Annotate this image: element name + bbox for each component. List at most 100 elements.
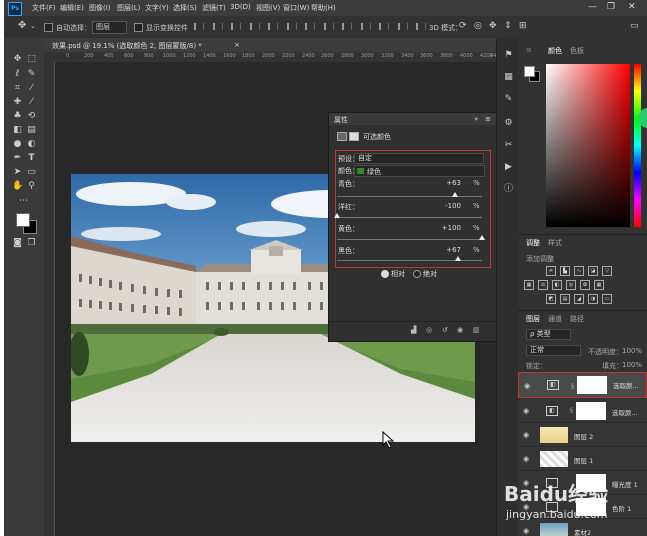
quick-mask-icon[interactable]: ◙ (12, 238, 23, 249)
align-icon[interactable] (268, 23, 278, 30)
eraser-tool-icon[interactable]: ◧ (12, 125, 23, 136)
brush-settings-icon[interactable]: ▦ (503, 72, 514, 83)
mask-icon[interactable] (349, 132, 359, 141)
delete-icon[interactable]: ▥ (473, 327, 481, 334)
workspace-icon[interactable]: ▭ (630, 21, 639, 31)
photo-filter-adj-icon[interactable]: ◎ (566, 280, 576, 290)
menu-select[interactable]: 选择(S) (173, 3, 197, 13)
align-icon[interactable] (360, 23, 371, 30)
view-previous-icon[interactable]: ◎ (426, 327, 434, 334)
auto-select-dropdown[interactable]: 图层 (92, 21, 127, 34)
healing-tool-icon[interactable]: ✚ (12, 97, 23, 108)
type-tool-icon[interactable]: T (26, 153, 37, 164)
color-field[interactable] (546, 64, 630, 227)
cyan-slider-thumb[interactable] (452, 192, 459, 197)
menu-image[interactable]: 图像(I) (89, 3, 111, 13)
align-icon[interactable] (249, 23, 260, 30)
3d-scale-icon[interactable]: ⊞ (519, 21, 527, 31)
pen-tool-icon[interactable]: ✒ (12, 153, 23, 164)
layer-row[interactable]: ◉ ◧ § 选取颜... (518, 398, 647, 423)
colors-dropdown[interactable]: 绿色 (354, 165, 485, 177)
history-brush-icon[interactable]: ⟲ (26, 111, 37, 122)
properties-icon[interactable]: ⚙ (503, 118, 514, 129)
panel-menu-icon[interactable]: ≡ (485, 115, 491, 123)
stamp-tool-icon[interactable]: ♣ (12, 111, 23, 122)
invert-adj-icon[interactable]: ◩ (546, 294, 556, 304)
menu-window[interactable]: 窗口(W) (283, 3, 309, 13)
yellow-slider-thumb[interactable] (479, 235, 485, 240)
marquee-tool-icon[interactable]: ⬚ (26, 54, 37, 65)
eye-icon[interactable]: ◉ (523, 431, 529, 439)
more-tools-icon[interactable]: ⋯ (18, 196, 29, 207)
layer-kind-filter[interactable]: ρ 类型 (526, 329, 571, 340)
brightness-adj-icon[interactable]: ☀ (546, 266, 556, 276)
dodge-tool-icon[interactable]: ◐ (26, 139, 37, 150)
menu-type[interactable]: 文字(Y) (145, 3, 169, 13)
black-value[interactable]: +67 (439, 246, 461, 254)
menu-3d[interactable]: 3D(D) (230, 3, 251, 11)
visibility-icon[interactable]: ◉ (457, 327, 465, 334)
history-icon[interactable]: ⚑ (503, 50, 514, 61)
blend-mode-dropdown[interactable]: 正常 (526, 345, 581, 356)
info-icon[interactable]: ⓘ (503, 184, 514, 195)
clone-source-icon[interactable]: ✎ (503, 94, 514, 105)
tab-styles[interactable]: 样式 (548, 238, 562, 248)
menu-help[interactable]: 帮助(H) (311, 3, 336, 13)
gradient-map-adj-icon[interactable]: ▭ (602, 294, 612, 304)
collapse-icon[interactable]: » (474, 115, 478, 123)
crop-tool-icon[interactable]: ⌗ (12, 83, 23, 94)
magenta-slider-thumb[interactable] (334, 213, 340, 218)
close-tab-icon[interactable]: × (234, 41, 240, 49)
eye-icon[interactable]: ◉ (523, 407, 529, 415)
align-icon[interactable] (212, 23, 223, 30)
shape-tool-icon[interactable]: ▭ (26, 167, 37, 178)
menu-file[interactable]: 文件(F) (32, 3, 56, 13)
restore-icon[interactable]: ❐ (607, 2, 615, 12)
channel-mixer-adj-icon[interactable]: ✿ (580, 280, 590, 290)
menu-filter[interactable]: 滤镜(T) (202, 3, 226, 13)
align-icon[interactable] (323, 23, 334, 30)
yellow-slider-track[interactable] (337, 239, 482, 240)
tab-layers[interactable]: 图层 (526, 314, 540, 324)
magenta-slider-track[interactable] (337, 217, 482, 218)
layer-row[interactable]: ◉ 图层 2 (518, 422, 647, 447)
tab-channels[interactable]: 通道 (548, 314, 562, 324)
levels-adj-icon[interactable]: ▙ (560, 266, 570, 276)
tab-paths[interactable]: 路径 (570, 314, 584, 324)
actions-icon[interactable]: ▶ (503, 162, 514, 173)
align-icon[interactable] (416, 23, 426, 30)
eye-icon[interactable]: ◉ (523, 455, 529, 463)
menu-edit[interactable]: 编辑(E) (60, 3, 84, 13)
color-balance-adj-icon[interactable]: ⚖ (538, 280, 548, 290)
curves-adj-icon[interactable]: ∿ (574, 266, 584, 276)
relative-radio[interactable] (381, 270, 389, 278)
move-tool-icon[interactable]: ✥ (12, 54, 23, 65)
selective-color-adj-icon[interactable]: ◑ (588, 294, 598, 304)
auto-select-checkbox[interactable] (44, 23, 53, 32)
menu-layer[interactable]: 图层(L) (117, 3, 140, 13)
exposure-adj-icon[interactable]: ◪ (588, 266, 598, 276)
opacity-value[interactable]: 100% (622, 347, 642, 355)
minimize-icon[interactable]: — (588, 2, 597, 12)
align-icon[interactable] (342, 23, 352, 30)
fill-value[interactable]: 100% (622, 361, 642, 369)
document-tab[interactable]: 效果.psd @ 19.1% (选取颜色 2, 图层蒙版/8) * × (44, 38, 496, 52)
reset-icon[interactable]: ↺ (442, 327, 450, 334)
close-icon[interactable]: ✕ (628, 2, 636, 12)
path-select-icon[interactable]: ➤ (12, 167, 23, 178)
gradient-tool-icon[interactable]: ▤ (26, 125, 37, 136)
cyan-value[interactable]: +63 (439, 179, 461, 187)
3d-orbit-icon[interactable]: ⟳ (459, 21, 467, 31)
chevron-down-icon[interactable]: ⌄ (30, 22, 36, 30)
align-icon[interactable] (194, 23, 204, 30)
cyan-slider-track[interactable] (337, 196, 482, 197)
menu-view[interactable]: 视图(V) (256, 3, 280, 13)
lasso-tool-icon[interactable]: ℓ (12, 69, 23, 80)
layer-mask-thumbnail[interactable] (576, 402, 606, 420)
3d-roll-icon[interactable]: ◎ (474, 21, 482, 31)
align-icon[interactable] (286, 23, 297, 30)
align-icon[interactable] (231, 23, 241, 30)
3d-slide-icon[interactable]: ⇕ (504, 21, 512, 31)
quick-select-tool-icon[interactable]: ✎ (26, 69, 37, 80)
layer-name[interactable]: 选取颜... (612, 407, 638, 417)
